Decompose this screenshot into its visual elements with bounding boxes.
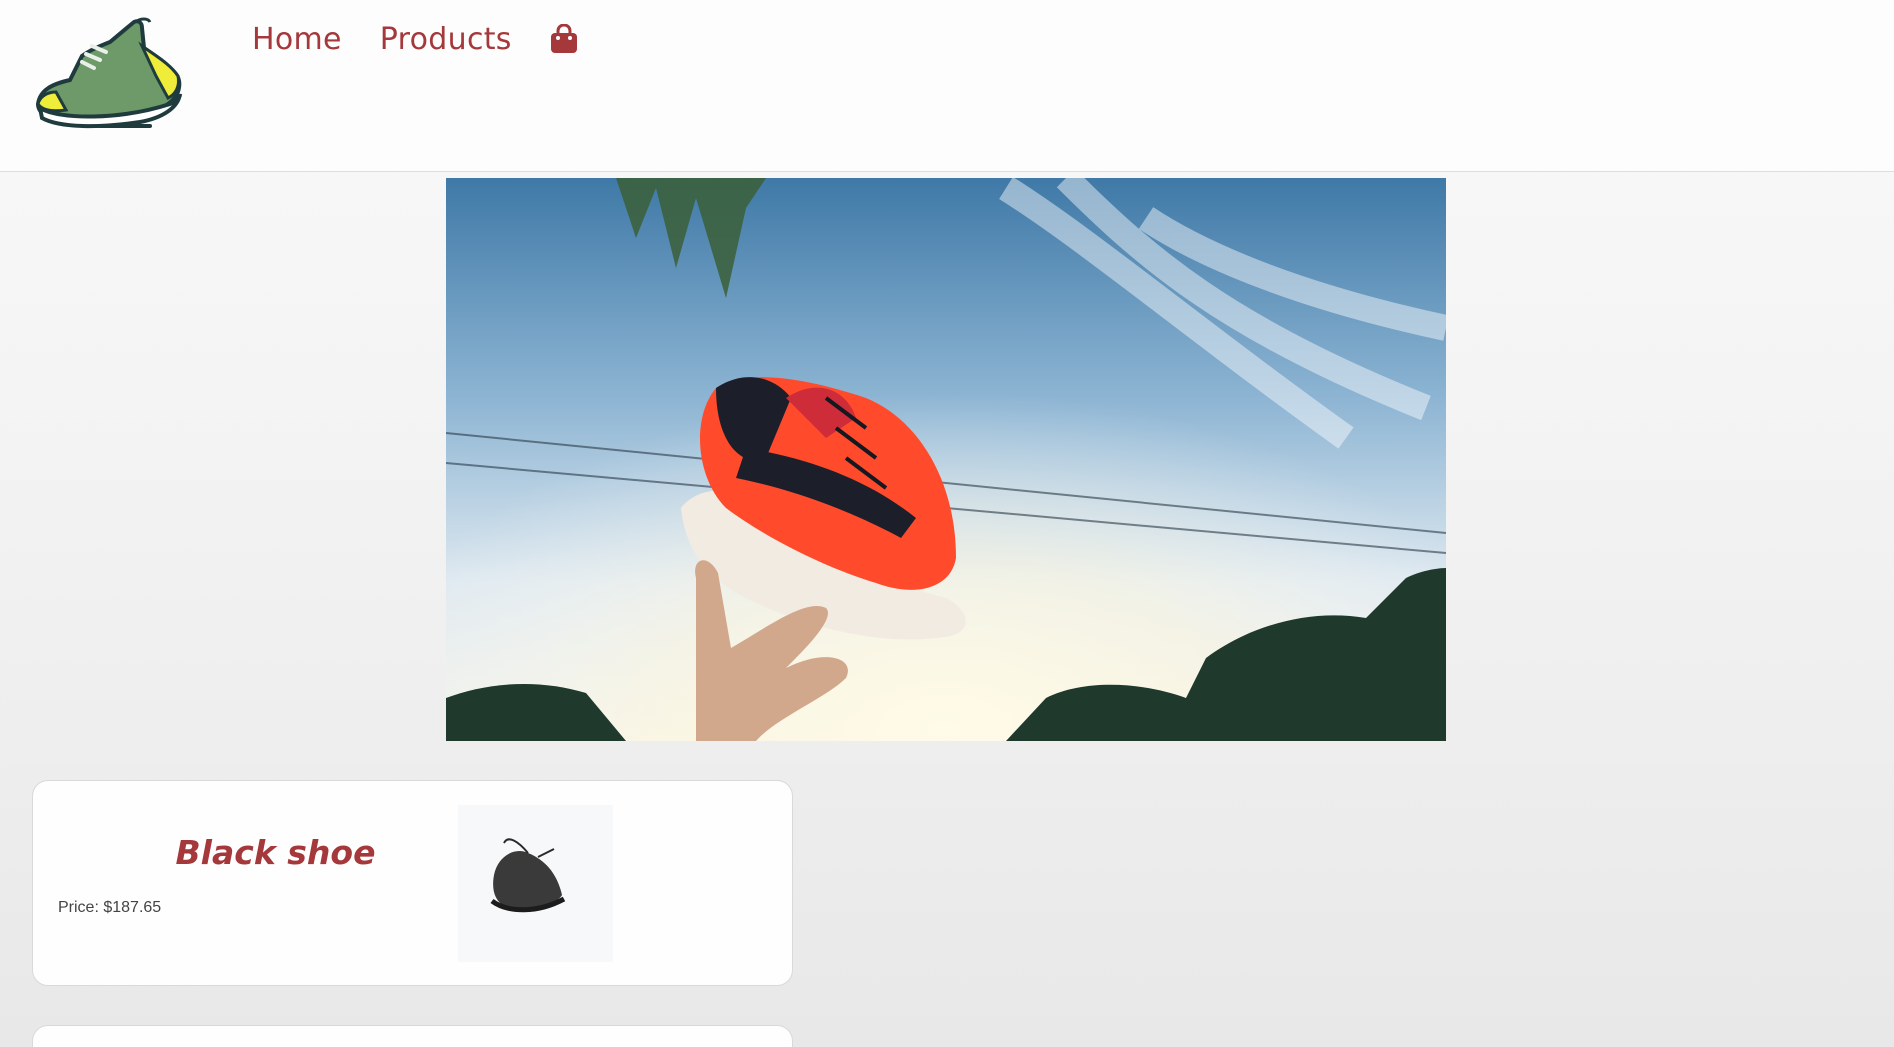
hero-image [446,178,1446,741]
nav-link-products[interactable]: Products [380,22,512,57]
main-nav: Home Products [252,18,578,60]
product-title[interactable]: Black shoe [153,833,398,872]
sneaker-logo-icon[interactable] [30,16,186,130]
hero-photo [446,178,1446,741]
product-card[interactable] [32,1025,793,1047]
product-card[interactable]: Black shoe Price: $187.65 [32,780,793,986]
site-header: Home Products [0,0,1894,172]
product-thumbnail[interactable] [458,805,613,962]
black-shoe-icon [490,838,566,913]
product-price: Price: $187.65 [58,899,162,916]
shopping-bag-icon[interactable] [550,24,578,54]
nav-link-home[interactable]: Home [252,22,342,57]
